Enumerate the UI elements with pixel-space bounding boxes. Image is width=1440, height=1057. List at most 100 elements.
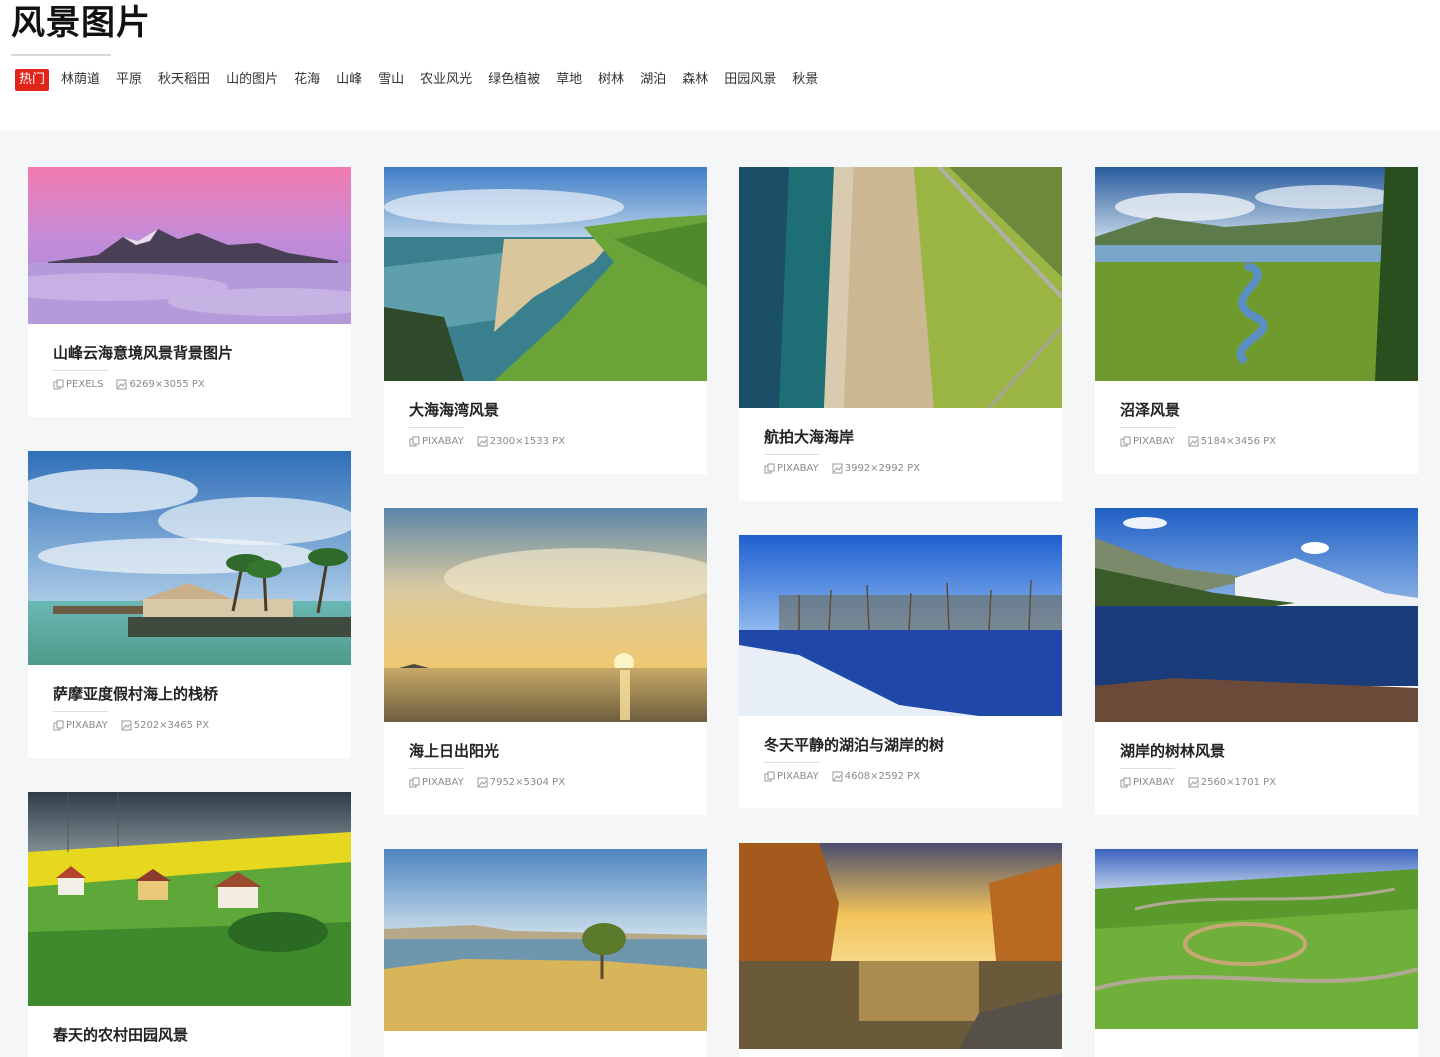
card-image[interactable] (739, 843, 1062, 1049)
tag-item[interactable]: 农业风光 (420, 69, 472, 91)
card-title[interactable]: 海上日出阳光 (409, 740, 499, 761)
card-title[interactable]: 沼泽风景 (1120, 399, 1180, 420)
image-icon (832, 463, 843, 474)
tag-item[interactable]: 湖泊 (640, 69, 666, 91)
card-meta: PIXABAY 5202×3465 PX (53, 720, 209, 731)
card-title[interactable]: 萨摩亚度假村海上的栈桥 (53, 683, 218, 704)
card-title[interactable]: 冬天平静的湖泊与湖岸的树 (764, 734, 944, 755)
card-source: PIXABAY (422, 777, 464, 788)
card-title[interactable]: 湖岸的树林风景 (1120, 740, 1225, 761)
card-size: 7952×5304 PX (489, 777, 566, 788)
image-card[interactable]: 航拍大海海岸 PIXABAY 3992×2992 PX (739, 167, 1062, 501)
copy-icon (409, 436, 420, 447)
image-card[interactable] (1095, 849, 1418, 1057)
card-source: PIXABAY (66, 720, 108, 731)
tag-item[interactable]: 雪山 (378, 69, 404, 91)
copy-icon (764, 463, 775, 474)
image-card[interactable] (384, 849, 707, 1057)
tag-hot[interactable]: 热门 (15, 69, 50, 91)
card-divider (409, 427, 464, 428)
image-card[interactable]: 沼泽风景 PIXABAY 5184×3456 PX (1095, 167, 1418, 474)
card-divider (764, 454, 819, 455)
card-divider (53, 370, 108, 371)
card-meta: PIXABAY 5184×3456 PX (1120, 436, 1276, 447)
card-divider (409, 768, 464, 769)
copy-icon (1120, 777, 1131, 788)
image-card[interactable] (739, 843, 1062, 1057)
card-image[interactable] (739, 167, 1062, 408)
card-size: 2300×1533 PX (489, 436, 566, 447)
card-source: PEXELS (66, 379, 104, 390)
tag-item[interactable]: 山的图片 (226, 69, 278, 91)
card-meta: PIXABAY 2560×1701 PX (1120, 777, 1276, 788)
card-image[interactable] (1095, 849, 1418, 1029)
card-title[interactable]: 山峰云海意境风景背景图片 (53, 342, 233, 363)
card-divider (764, 762, 819, 763)
tag-item[interactable]: 秋天稻田 (158, 69, 210, 91)
card-image[interactable] (384, 508, 707, 722)
copy-icon (1120, 436, 1131, 447)
card-meta: PIXABAY 4608×2592 PX (764, 771, 920, 782)
image-card[interactable]: 湖岸的树林风景 PIXABAY 2560×1701 PX (1095, 508, 1418, 815)
card-source: PIXABAY (1133, 436, 1175, 447)
tag-item[interactable]: 草地 (556, 69, 582, 91)
tag-item[interactable]: 平原 (116, 69, 142, 91)
page-title: 风景图片 (11, 3, 151, 43)
image-icon (121, 720, 132, 731)
image-icon (116, 379, 127, 390)
copy-icon (764, 771, 775, 782)
card-image[interactable] (1095, 508, 1418, 722)
tag-item[interactable]: 绿色植被 (488, 69, 540, 91)
card-meta: PIXABAY 3992×2992 PX (764, 463, 920, 474)
card-size: 2560×1701 PX (1200, 777, 1277, 788)
card-meta: PIXABAY 2300×1533 PX (409, 436, 565, 447)
image-icon (477, 777, 488, 788)
image-card[interactable]: 山峰云海意境风景背景图片 PEXELS 6269×3055 PX (28, 167, 351, 417)
card-image[interactable] (739, 535, 1062, 716)
tag-item[interactable]: 林荫道 (61, 69, 100, 91)
card-title[interactable]: 春天的农村田园风景 (53, 1024, 188, 1045)
card-meta: PIXABAY 7952×5304 PX (409, 777, 565, 788)
card-divider (53, 711, 108, 712)
card-source: PIXABAY (777, 463, 819, 474)
tag-item[interactable]: 山峰 (336, 69, 362, 91)
card-size: 4608×2592 PX (844, 771, 921, 782)
card-image[interactable] (28, 167, 351, 324)
card-divider (1120, 768, 1175, 769)
card-source: PIXABAY (1133, 777, 1175, 788)
copy-icon (409, 777, 420, 788)
card-image[interactable] (28, 451, 351, 665)
card-image[interactable] (384, 167, 707, 381)
image-icon (1188, 436, 1199, 447)
card-image[interactable] (384, 849, 707, 1031)
tag-item[interactable]: 花海 (294, 69, 320, 91)
title-underline (11, 54, 111, 56)
card-source: PIXABAY (422, 436, 464, 447)
card-size: 5202×3465 PX (133, 720, 210, 731)
card-title[interactable]: 航拍大海海岸 (764, 426, 854, 447)
card-divider (1120, 427, 1175, 428)
tag-item[interactable]: 树林 (598, 69, 624, 91)
image-icon (832, 771, 843, 782)
card-image[interactable] (1095, 167, 1418, 381)
tag-item[interactable]: 田园风景 (724, 69, 776, 91)
image-card[interactable]: 冬天平静的湖泊与湖岸的树 PIXABAY 4608×2592 PX (739, 535, 1062, 808)
image-icon (1188, 777, 1199, 788)
tag-item[interactable]: 森林 (682, 69, 708, 91)
image-card[interactable]: 海上日出阳光 PIXABAY 7952×5304 PX (384, 508, 707, 815)
image-icon (477, 436, 488, 447)
copy-icon (53, 379, 64, 390)
card-meta: PEXELS 6269×3055 PX (53, 379, 205, 390)
image-card[interactable]: 大海海湾风景 PIXABAY 2300×1533 PX (384, 167, 707, 474)
card-source: PIXABAY (777, 771, 819, 782)
card-title[interactable]: 大海海湾风景 (409, 399, 499, 420)
card-size: 6269×3055 PX (129, 379, 205, 390)
copy-icon (53, 720, 64, 731)
image-card[interactable]: 春天的农村田园风景 (28, 792, 351, 1057)
tag-bar: 热门 林荫道 平原 秋天稻田 山的图片 花海 山峰 雪山 农业风光 绿色植被 草… (15, 69, 834, 91)
image-card[interactable]: 萨摩亚度假村海上的栈桥 PIXABAY 5202×3465 PX (28, 451, 351, 758)
card-size: 3992×2992 PX (844, 463, 921, 474)
tag-item[interactable]: 秋景 (792, 69, 818, 91)
card-image[interactable] (28, 792, 351, 1006)
card-size: 5184×3456 PX (1200, 436, 1277, 447)
